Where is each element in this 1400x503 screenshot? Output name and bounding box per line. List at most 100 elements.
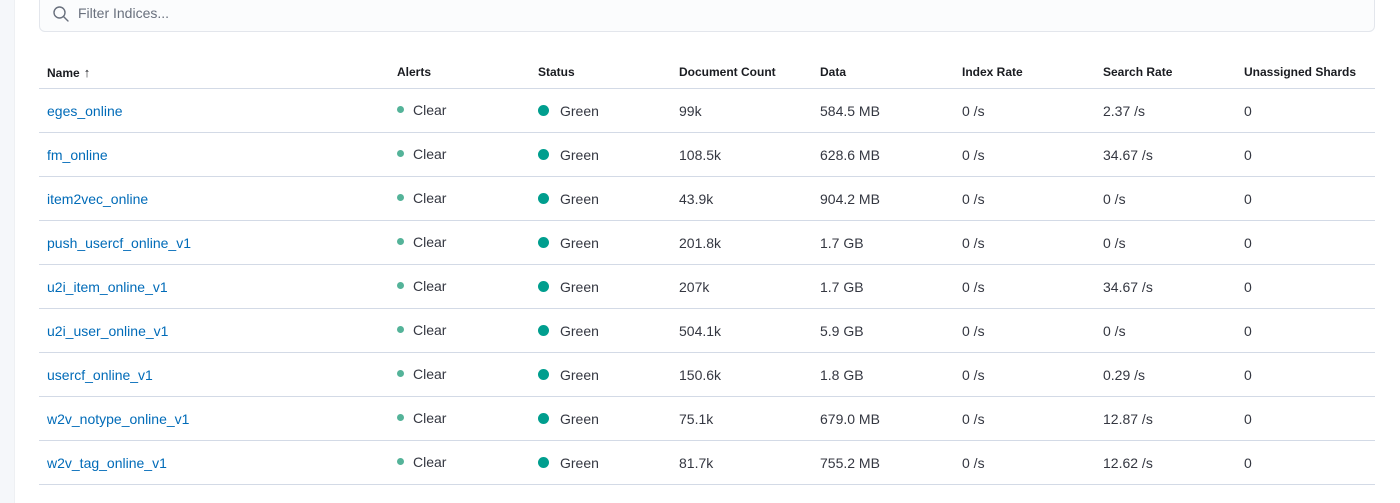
cell-status: Green: [530, 308, 671, 353]
column-header-unassigned-shards[interactable]: Unassigned Shards: [1236, 56, 1375, 89]
cell-document-count: 150.6k: [671, 352, 812, 397]
column-header-status[interactable]: Status: [530, 56, 671, 89]
cell-status: Green: [530, 440, 671, 485]
cell-status: Green: [530, 132, 671, 177]
index-name-link[interactable]: fm_online: [47, 147, 108, 163]
health-status-dot-icon: [538, 325, 549, 337]
alert-label: Clear: [413, 321, 447, 338]
cell-alerts: Clear: [389, 132, 530, 177]
cell-search-rate: 34.67 /s: [1095, 264, 1236, 309]
cell-data: 755.2 MB: [812, 440, 954, 485]
column-header-label: Document Count: [679, 65, 776, 79]
cell-search-rate: 0 /s: [1095, 220, 1236, 265]
alert-label: Clear: [413, 365, 447, 382]
cell-document-count: 201.8k: [671, 220, 812, 265]
cell-alerts: Clear: [389, 440, 530, 485]
alert-status-dot-icon: [397, 282, 404, 290]
filter-search-box: [39, 0, 1375, 32]
cell-unassigned-shards: 0: [1236, 220, 1375, 265]
column-header-alerts[interactable]: Alerts: [389, 56, 530, 89]
column-header-label: Data: [820, 65, 847, 79]
index-name-link[interactable]: u2i_item_online_v1: [47, 279, 168, 295]
cell-document-count: 108.5k: [671, 132, 812, 177]
cell-alerts: Clear: [389, 396, 530, 441]
cell-search-rate: 0 /s: [1095, 308, 1236, 353]
column-header-name[interactable]: Name ↑: [39, 56, 389, 89]
cell-data: 679.0 MB: [812, 396, 954, 441]
alert-status-dot-icon: [397, 106, 404, 114]
column-header-label: Unassigned Shards: [1244, 65, 1357, 79]
cell-name: item2vec_online: [39, 176, 389, 221]
cell-index-rate: 0 /s: [954, 88, 1095, 133]
cell-status: Green: [530, 352, 671, 397]
cell-data: 1.7 GB: [812, 220, 954, 265]
cell-unassigned-shards: 0: [1236, 352, 1375, 397]
status-label: Green: [560, 190, 599, 207]
status-label: Green: [560, 410, 599, 427]
cell-index-rate: 0 /s: [954, 308, 1095, 353]
status-label: Green: [560, 146, 599, 163]
status-label: Green: [560, 234, 599, 251]
column-header-label: Search Rate: [1103, 65, 1173, 79]
cell-unassigned-shards: 0: [1236, 176, 1375, 221]
cell-name: w2v_notype_online_v1: [39, 396, 389, 441]
alert-status-dot-icon: [397, 370, 404, 378]
filter-indices-input[interactable]: [78, 0, 1358, 31]
index-name-link[interactable]: u2i_user_online_v1: [47, 323, 168, 339]
cell-data: 1.7 GB: [812, 264, 954, 309]
table-row: u2i_user_online_v1 Clear Green 504.1k 5.9 GB…: [39, 308, 1375, 353]
cell-unassigned-shards: 0: [1236, 308, 1375, 353]
status-label: Green: [560, 366, 599, 383]
cell-search-rate: 12.62 /s: [1095, 440, 1236, 485]
cell-name: u2i_item_online_v1: [39, 264, 389, 309]
health-status-dot-icon: [538, 413, 549, 425]
cell-name: w2v_tag_online_v1: [39, 440, 389, 485]
cell-status: Green: [530, 176, 671, 221]
column-header-data[interactable]: Data: [812, 56, 954, 89]
cell-data: 1.8 GB: [812, 352, 954, 397]
alert-status-dot-icon: [397, 326, 404, 334]
cell-data: 628.6 MB: [812, 132, 954, 177]
health-status-dot-icon: [538, 369, 549, 381]
cell-document-count: 81.7k: [671, 440, 812, 485]
alert-label: Clear: [413, 453, 447, 470]
health-status-dot-icon: [538, 105, 549, 117]
alert-status-dot-icon: [397, 458, 404, 466]
column-header-search-rate[interactable]: Search Rate: [1095, 56, 1236, 89]
index-name-link[interactable]: push_usercf_online_v1: [47, 235, 191, 251]
cell-unassigned-shards: 0: [1236, 264, 1375, 309]
cell-alerts: Clear: [389, 352, 530, 397]
status-label: Green: [560, 102, 599, 119]
cell-status: Green: [530, 88, 671, 133]
cell-unassigned-shards: 0: [1236, 440, 1375, 485]
index-name-link[interactable]: eges_online: [47, 103, 123, 119]
table-row: fm_online Clear Green 108.5k 628.6 MB 0 /s 34.…: [39, 132, 1375, 177]
cell-index-rate: 0 /s: [954, 176, 1095, 221]
alert-label: Clear: [413, 277, 447, 294]
health-status-dot-icon: [538, 193, 549, 205]
column-header-index-rate[interactable]: Index Rate: [954, 56, 1095, 89]
index-name-link[interactable]: usercf_online_v1: [47, 367, 153, 383]
cell-alerts: Clear: [389, 308, 530, 353]
status-label: Green: [560, 278, 599, 295]
table-row: usercf_online_v1 Clear Green 150.6k 1.8 GB 0 …: [39, 352, 1375, 397]
cell-search-rate: 34.67 /s: [1095, 132, 1236, 177]
cell-name: usercf_online_v1: [39, 352, 389, 397]
health-status-dot-icon: [538, 281, 549, 293]
cell-index-rate: 0 /s: [954, 396, 1095, 441]
cell-index-rate: 0 /s: [954, 132, 1095, 177]
index-name-link[interactable]: w2v_notype_online_v1: [47, 411, 189, 427]
index-name-link[interactable]: item2vec_online: [47, 191, 148, 207]
table-row: u2i_item_online_v1 Clear Green 207k 1.7 GB 0 …: [39, 264, 1375, 309]
table-header-row: Name ↑ Alerts Status Document Count Data …: [39, 56, 1375, 89]
alert-label: Clear: [413, 145, 447, 162]
column-header-document-count[interactable]: Document Count: [671, 56, 812, 89]
cell-search-rate: 2.37 /s: [1095, 88, 1236, 133]
index-name-link[interactable]: w2v_tag_online_v1: [47, 455, 167, 471]
cell-name: u2i_user_online_v1: [39, 308, 389, 353]
cell-status: Green: [530, 220, 671, 265]
alert-label: Clear: [413, 409, 447, 426]
cell-unassigned-shards: 0: [1236, 88, 1375, 133]
cell-alerts: Clear: [389, 88, 530, 133]
cell-name: fm_online: [39, 132, 389, 177]
